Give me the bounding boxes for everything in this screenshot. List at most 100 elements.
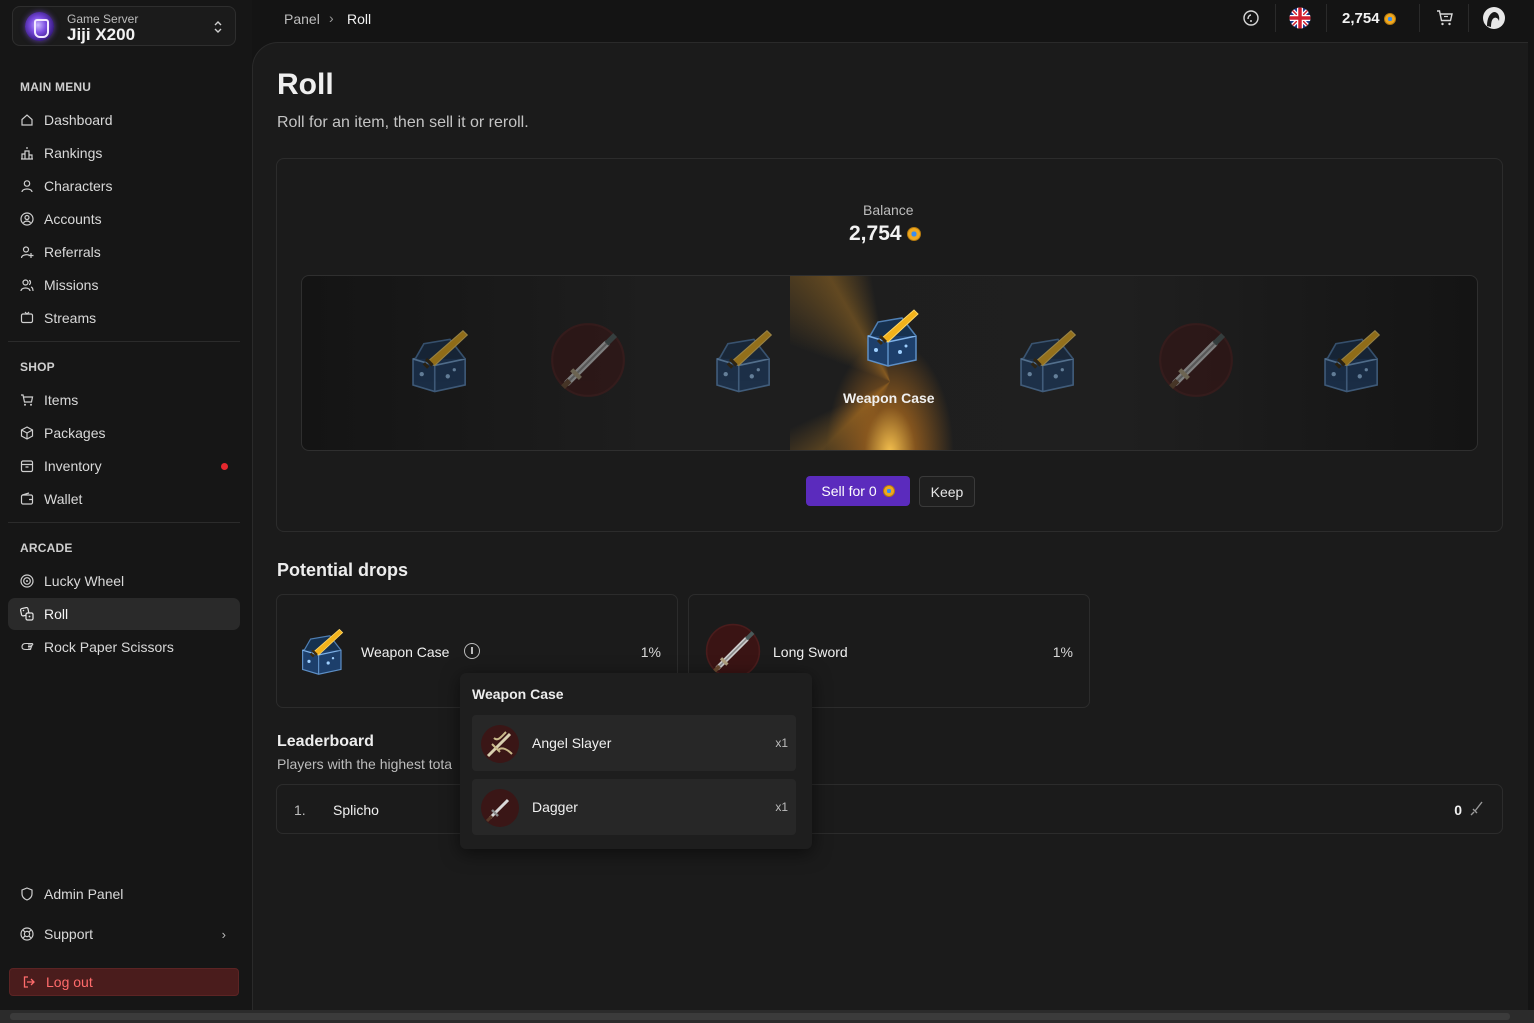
topbar-balance: 2,754 xyxy=(1342,10,1396,27)
sidebar-item-referrals[interactable]: Referrals xyxy=(8,236,240,268)
wheel-icon xyxy=(20,574,34,588)
breadcrumb-panel[interactable]: Panel xyxy=(284,11,320,27)
sidebar-item-label: Roll xyxy=(44,606,69,622)
sidebar-item-packages[interactable]: Packages xyxy=(8,417,240,449)
sidebar-item-items[interactable]: Items xyxy=(8,384,240,416)
popover-title: Weapon Case xyxy=(472,686,564,702)
dice-icon xyxy=(20,607,34,621)
popover-item-qty: x1 xyxy=(775,736,788,750)
coin-icon xyxy=(907,227,922,242)
sidebar-item-dashboard[interactable]: Dashboard xyxy=(8,104,240,136)
sidebar-item-rankings[interactable]: Rankings xyxy=(8,137,240,169)
leaderboard-subtitle: Players with the highest tota xyxy=(277,756,453,772)
sidebar-item-label: Wallet xyxy=(44,491,83,507)
balance-value: 2,754 xyxy=(849,222,922,246)
logout-icon xyxy=(22,975,36,989)
leaderboard-score: 0 xyxy=(1454,802,1462,818)
headset-icon[interactable] xyxy=(1241,8,1261,28)
wallet-icon xyxy=(20,492,34,506)
angel-slayer-image xyxy=(481,725,519,763)
sidebar-item-label: Referrals xyxy=(44,244,101,260)
info-icon[interactable] xyxy=(464,643,480,659)
roll-reel: Weapon Case xyxy=(301,275,1478,451)
sidebar-item-label: Items xyxy=(44,392,79,408)
divider xyxy=(1326,4,1327,32)
leaderboard-title: Leaderboard xyxy=(277,733,374,750)
cart-icon xyxy=(20,393,34,407)
keep-button[interactable]: Keep xyxy=(919,476,975,507)
reel-item-long-sword xyxy=(551,323,625,397)
reel-item-weapon-case xyxy=(1020,329,1077,393)
server-switcher-label: Game Server xyxy=(67,12,139,26)
sidebar-item-label: Rankings xyxy=(44,145,103,161)
chevron-right-icon: › xyxy=(221,927,226,942)
sidebar-item-wallet[interactable]: Wallet xyxy=(8,483,240,515)
sidebar-item-label: Rock Paper Scissors xyxy=(44,639,174,655)
sidebar: Game Server Jiji X200 MAIN MENU Dashboar… xyxy=(0,0,252,1010)
sell-button[interactable]: Sell for 0 xyxy=(806,476,910,506)
logout-button[interactable]: Log out xyxy=(9,968,239,996)
sidebar-item-streams[interactable]: Streams xyxy=(8,302,240,334)
balance-amount: 2,754 xyxy=(849,222,902,245)
user-plus-icon xyxy=(20,245,34,259)
breadcrumb-separator: › xyxy=(329,10,334,26)
coin-icon xyxy=(882,485,895,497)
section-title-arcade: ARCADE xyxy=(20,541,73,555)
topbar-balance-value: 2,754 xyxy=(1342,10,1380,27)
sidebar-item-roll[interactable]: Roll xyxy=(8,598,240,630)
divider xyxy=(8,522,240,523)
divider xyxy=(1468,4,1469,32)
sidebar-item-admin-panel[interactable]: Admin Panel xyxy=(8,878,240,910)
winner-label: Weapon Case xyxy=(843,390,935,406)
sidebar-item-characters[interactable]: Characters xyxy=(8,170,240,202)
sidebar-item-missions[interactable]: Missions xyxy=(8,269,240,301)
page-subtitle: Roll for an item, then sell it or reroll… xyxy=(277,114,529,131)
popover-item-name: Angel Slayer xyxy=(532,735,612,751)
balance-label: Balance xyxy=(863,202,914,218)
sidebar-item-label: Missions xyxy=(44,277,99,293)
sidebar-item-label: Accounts xyxy=(44,211,102,227)
popover-item-angel-slayer: Angel Slayer x1 xyxy=(472,715,796,771)
server-logo xyxy=(25,12,54,41)
sidebar-item-inventory[interactable]: Inventory xyxy=(8,450,240,482)
drop-name: Weapon Case xyxy=(361,644,450,660)
leaderboard-rank: 1. xyxy=(294,802,306,818)
divider xyxy=(1275,4,1276,32)
coin-icon xyxy=(1383,13,1396,26)
long-sword-image xyxy=(705,623,761,679)
lifebuoy-icon xyxy=(20,927,34,941)
avatar[interactable] xyxy=(1482,6,1506,30)
users-icon xyxy=(20,278,34,292)
sidebar-item-label: Admin Panel xyxy=(44,886,124,902)
sidebar-item-rock-paper-scissors[interactable]: Rock Paper Scissors xyxy=(8,631,240,663)
user-circle-icon xyxy=(20,212,34,226)
potential-drops-title: Potential drops xyxy=(277,560,409,580)
shield-icon xyxy=(20,887,34,901)
notification-dot xyxy=(221,463,228,470)
section-title-main-menu: MAIN MENU xyxy=(20,80,92,94)
drop-chance: 1% xyxy=(1052,644,1073,660)
popover-item-qty: x1 xyxy=(775,800,788,814)
logout-label: Log out xyxy=(46,974,93,990)
section-title-shop: SHOP xyxy=(20,360,55,374)
horizontal-scrollbar[interactable] xyxy=(0,1010,1534,1023)
sidebar-item-accounts[interactable]: Accounts xyxy=(8,203,240,235)
podium-icon xyxy=(20,146,34,160)
sidebar-item-label: Support xyxy=(44,926,94,942)
reel-item-weapon-case xyxy=(1324,329,1381,393)
dagger-image xyxy=(481,789,519,827)
tv-icon xyxy=(20,311,34,325)
weapon-case-popover: Weapon Case Angel Slayer x1 Dagger x1 xyxy=(460,673,812,849)
box-icon xyxy=(20,426,34,440)
sword-icon xyxy=(1470,801,1483,816)
sidebar-item-lucky-wheel[interactable]: Lucky Wheel xyxy=(8,565,240,597)
popover-item-dagger: Dagger x1 xyxy=(472,779,796,835)
leaderboard-player: Splicho xyxy=(333,802,379,818)
server-switcher[interactable]: Game Server Jiji X200 xyxy=(12,6,236,46)
uk-flag-icon[interactable] xyxy=(1289,7,1311,29)
cart-icon[interactable] xyxy=(1435,8,1455,28)
sidebar-item-support[interactable]: Support › xyxy=(8,918,240,950)
sidebar-item-label: Dashboard xyxy=(44,112,113,128)
popover-item-name: Dagger xyxy=(532,799,578,815)
sidebar-item-label: Packages xyxy=(44,425,106,441)
